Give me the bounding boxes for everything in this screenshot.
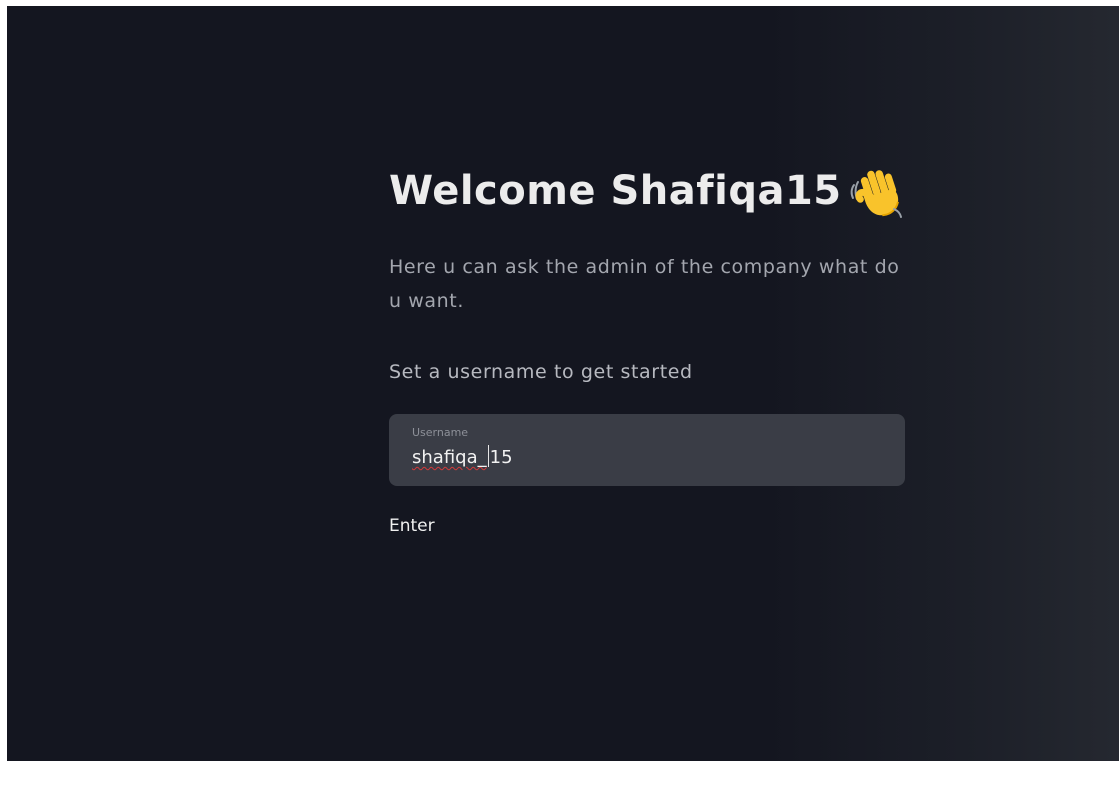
welcome-description: Here u can ask the admin of the company … xyxy=(389,256,900,312)
waving-hand-icon xyxy=(848,163,904,219)
username-input-text-before-caret: shafiqa_ xyxy=(412,447,487,468)
username-input[interactable]: shafiqa_ 15 xyxy=(412,445,513,468)
username-input-text-after-caret: 15 xyxy=(489,447,513,468)
username-field-label: Username xyxy=(412,426,469,439)
username-field[interactable]: Username shafiqa_ 15 xyxy=(389,414,905,486)
enter-button[interactable]: Enter xyxy=(389,516,435,536)
text-caret xyxy=(487,445,489,467)
welcome-title-text: Welcome Shafiqa15 xyxy=(389,168,842,214)
username-prompt: Set a username to get started xyxy=(389,361,693,383)
welcome-panel: Welcome Shafiqa15 Here u can ask the adm… xyxy=(389,156,909,536)
page-title: Welcome Shafiqa15 xyxy=(389,156,909,226)
login-screen: Welcome Shafiqa15 Here u can ask the adm… xyxy=(7,6,1119,761)
